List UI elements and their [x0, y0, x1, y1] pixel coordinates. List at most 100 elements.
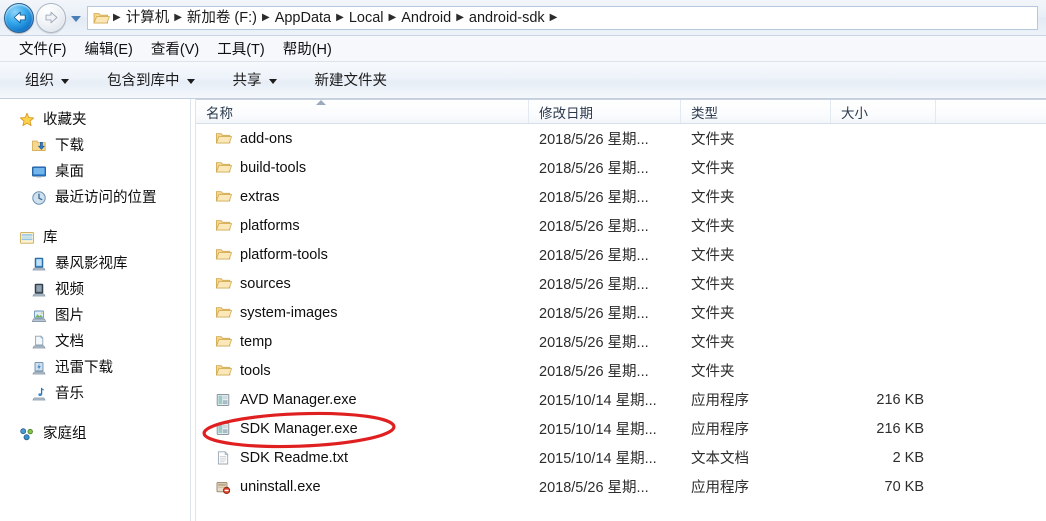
- file-type-cell: 文件夹: [691, 364, 735, 380]
- toolbar-new-folder-label: 新建文件夹: [314, 73, 388, 89]
- breadcrumb[interactable]: ▶ 计算机 ▶ 新加卷 (F:) ▶ AppData ▶ Local ▶ And…: [87, 5, 1038, 30]
- navigation-pane: 收藏夹 下载 桌面 最近访问的位置 库 暴风影视库 视频 图片 文档 迅雷下载 …: [0, 99, 190, 521]
- sidebar-item-documents[interactable]: 文档: [0, 329, 190, 355]
- table-row-sdk-manager[interactable]: SDK Manager.exe 2015/10/14 星期... 应用程序 21…: [196, 414, 1046, 443]
- breadcrumb-item-5[interactable]: android-sdk: [465, 8, 549, 28]
- table-row[interactable]: build-tools 2018/5/26 星期... 文件夹: [196, 153, 1046, 182]
- menu-edit[interactable]: 编辑(E): [76, 36, 142, 62]
- menu-help[interactable]: 帮助(H): [274, 36, 341, 62]
- column-type[interactable]: 类型: [681, 100, 831, 123]
- table-row[interactable]: system-images 2018/5/26 星期... 文件夹: [196, 298, 1046, 327]
- file-type-cell: 文件夹: [691, 161, 735, 177]
- text-file-icon: [214, 449, 232, 467]
- file-name-cell[interactable]: AVD Manager.exe: [196, 391, 529, 409]
- menu-tools[interactable]: 工具(T): [208, 36, 274, 62]
- toolbar-include-in-library[interactable]: 包含到库中: [96, 65, 206, 95]
- column-date-modified[interactable]: 修改日期: [529, 100, 681, 123]
- file-date-cell: 2018/5/26 星期...: [539, 161, 649, 177]
- breadcrumb-item-3[interactable]: Local: [345, 8, 388, 28]
- file-type-cell: 文件夹: [691, 277, 735, 293]
- file-type-cell: 文件夹: [691, 190, 735, 206]
- address-bar: ▶ 计算机 ▶ 新加卷 (F:) ▶ AppData ▶ Local ▶ And…: [0, 0, 1046, 36]
- file-name-cell[interactable]: SDK Readme.txt: [196, 449, 529, 467]
- file-name-cell[interactable]: platforms: [196, 217, 529, 235]
- sidebar-item-music[interactable]: 音乐: [0, 381, 190, 407]
- column-filler: [936, 100, 1046, 123]
- folder-icon: [92, 10, 110, 26]
- table-row[interactable]: uninstall.exe 2018/5/26 星期... 应用程序 70 KB: [196, 472, 1046, 501]
- toolbar-organize-label: 组织: [25, 73, 54, 89]
- file-name-cell[interactable]: extras: [196, 188, 529, 206]
- sidebar-item-baofeng-library[interactable]: 暴风影视库: [0, 251, 190, 277]
- file-date-cell: 2018/5/26 星期...: [539, 480, 649, 496]
- table-row[interactable]: platform-tools 2018/5/26 星期... 文件夹: [196, 240, 1046, 269]
- recent-locations-dropdown[interactable]: [71, 15, 81, 22]
- file-name-label: platforms: [240, 217, 300, 234]
- sidebar-item-videos[interactable]: 视频: [0, 277, 190, 303]
- sidebar-item-desktop[interactable]: 桌面: [0, 159, 190, 185]
- back-button[interactable]: [4, 2, 34, 33]
- folder-icon: [214, 159, 232, 177]
- file-date-cell: 2015/10/14 星期...: [539, 422, 657, 438]
- uninstall-icon: [214, 478, 232, 496]
- folder-icon: [214, 304, 232, 322]
- folder-icon: [214, 188, 232, 206]
- file-name-label: temp: [240, 333, 273, 350]
- breadcrumb-item-1[interactable]: 新加卷 (F:): [183, 8, 261, 28]
- toolbar-new-folder[interactable]: 新建文件夹: [304, 65, 399, 95]
- toolbar-include-in-library-label: 包含到库中: [107, 73, 180, 89]
- table-row[interactable]: temp 2018/5/26 星期... 文件夹: [196, 327, 1046, 356]
- breadcrumb-item-2[interactable]: AppData: [271, 8, 335, 28]
- thunder-download-icon: [30, 359, 48, 377]
- breadcrumb-item-0[interactable]: 计算机: [122, 8, 174, 28]
- forward-button[interactable]: [36, 2, 66, 33]
- table-row[interactable]: add-ons 2018/5/26 星期... 文件夹: [196, 124, 1046, 153]
- sidebar-item-thunder-download[interactable]: 迅雷下载: [0, 355, 190, 381]
- table-row[interactable]: tools 2018/5/26 星期... 文件夹: [196, 356, 1046, 385]
- file-name-cell[interactable]: sources: [196, 275, 529, 293]
- breadcrumb-item-4[interactable]: Android: [397, 8, 455, 28]
- file-name-cell[interactable]: temp: [196, 333, 529, 351]
- table-row[interactable]: SDK Readme.txt 2015/10/14 星期... 文本文档 2 K…: [196, 443, 1046, 472]
- file-size-cell: 216 KB: [876, 391, 924, 408]
- file-name-cell[interactable]: tools: [196, 362, 529, 380]
- file-name-cell[interactable]: build-tools: [196, 159, 529, 177]
- file-name-cell[interactable]: SDK Manager.exe: [196, 420, 529, 438]
- sidebar-group-homegroup[interactable]: 家庭组: [0, 421, 190, 447]
- library-icon: [18, 229, 36, 247]
- file-name-cell[interactable]: system-images: [196, 304, 529, 322]
- sidebar-item-desktop-label: 桌面: [55, 164, 84, 180]
- file-name-label: sources: [240, 275, 291, 292]
- file-name-cell[interactable]: uninstall.exe: [196, 478, 529, 496]
- file-date-cell: 2018/5/26 星期...: [539, 219, 649, 235]
- file-type-cell: 文件夹: [691, 132, 735, 148]
- menu-file[interactable]: 文件(F): [10, 36, 76, 62]
- desktop-icon: [30, 163, 48, 181]
- file-rows: add-ons 2018/5/26 星期... 文件夹 build-tools …: [196, 124, 1046, 501]
- sidebar-item-pictures[interactable]: 图片: [0, 303, 190, 329]
- file-name-cell[interactable]: add-ons: [196, 130, 529, 148]
- file-name-cell[interactable]: platform-tools: [196, 246, 529, 264]
- file-name-label: SDK Readme.txt: [240, 449, 348, 466]
- file-name-label: AVD Manager.exe: [240, 391, 357, 408]
- sidebar-group-favorites[interactable]: 收藏夹: [0, 107, 190, 133]
- sidebar-item-downloads[interactable]: 下载: [0, 133, 190, 159]
- column-size[interactable]: 大小: [831, 100, 936, 123]
- toolbar-share[interactable]: 共享: [222, 65, 288, 95]
- column-name[interactable]: 名称: [196, 100, 529, 123]
- exe-icon: [214, 420, 232, 438]
- toolbar-share-label: 共享: [232, 73, 262, 89]
- file-name-label: uninstall.exe: [240, 478, 321, 495]
- toolbar-organize[interactable]: 组织: [14, 65, 80, 95]
- menu-bar: 文件(F) 编辑(E) 查看(V) 工具(T) 帮助(H): [0, 36, 1046, 62]
- sidebar-item-recent-places[interactable]: 最近访问的位置: [0, 185, 190, 211]
- table-row[interactable]: sources 2018/5/26 星期... 文件夹: [196, 269, 1046, 298]
- table-row[interactable]: extras 2018/5/26 星期... 文件夹: [196, 182, 1046, 211]
- table-row[interactable]: AVD Manager.exe 2015/10/14 星期... 应用程序 21…: [196, 385, 1046, 414]
- file-name-label: SDK Manager.exe: [240, 420, 358, 437]
- menu-view[interactable]: 查看(V): [142, 36, 208, 62]
- sidebar-group-libraries[interactable]: 库: [0, 225, 190, 251]
- explorer-window: ▶ 计算机 ▶ 新加卷 (F:) ▶ AppData ▶ Local ▶ And…: [0, 0, 1046, 521]
- file-size-cell: 70 KB: [884, 478, 925, 495]
- table-row[interactable]: platforms 2018/5/26 星期... 文件夹: [196, 211, 1046, 240]
